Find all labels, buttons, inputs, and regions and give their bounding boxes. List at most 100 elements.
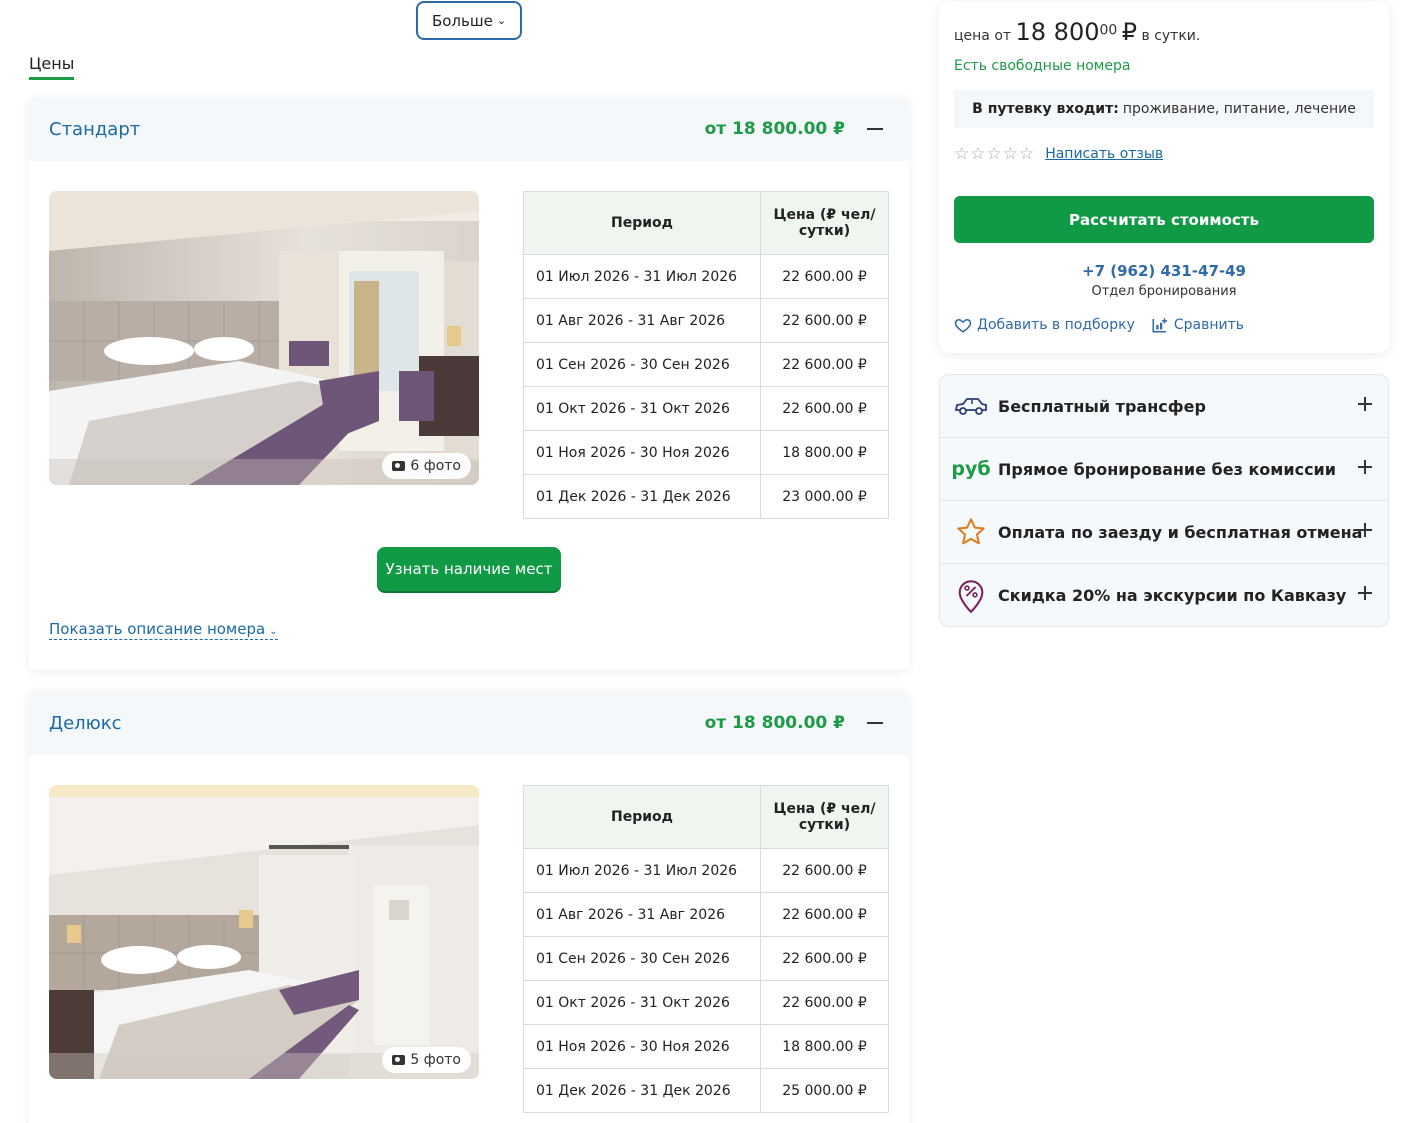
room-header[interactable]: Стандарт от 18 800.00 ₽ <box>29 97 909 161</box>
table-header-row: Период Цена (₽ чел/ сутки) <box>523 191 889 255</box>
tab-prices[interactable]: Цены <box>29 54 75 80</box>
price-table: Период Цена (₽ чел/ сутки) 01 Июл 2026 -… <box>523 191 889 519</box>
column-header-price: Цена (₽ чел/ сутки) <box>760 785 889 849</box>
period-cell: 01 Июл 2026 - 31 Июл 2026 <box>523 254 761 299</box>
price-cell: 22 600.00 ₽ <box>760 848 889 893</box>
discount-pin-icon <box>954 579 988 613</box>
table-row: 01 Ноя 2026 - 30 Ноя 2026 18 800.00 ₽ <box>523 1024 889 1069</box>
more-button-label: Больше <box>431 11 493 30</box>
price-main: 18 800 <box>1015 18 1100 46</box>
plus-icon[interactable] <box>1358 523 1372 537</box>
feature-item-discount[interactable]: Скидка 20% на экскурсии по Кавказу <box>940 564 1388 626</box>
table-row: 01 Сен 2026 - 30 Сен 2026 22 600.00 ₽ <box>523 936 889 981</box>
price-summary: цена от 18 80000 ₽ в сутки. <box>954 18 1200 46</box>
ruble-icon: руб <box>951 458 991 480</box>
car-icon <box>954 389 988 423</box>
price-cell: 22 600.00 ₽ <box>760 386 889 431</box>
included-text: проживание, питание, лечение <box>1122 101 1356 117</box>
compare-icon <box>1152 318 1167 333</box>
feature-item-payment[interactable]: Оплата по заезду и бесплатная отмена <box>940 501 1388 564</box>
room-photo[interactable]: 5 фото <box>49 785 479 1079</box>
feature-item-transfer[interactable]: Бесплатный трансфер <box>940 375 1388 438</box>
price-cell: 18 800.00 ₽ <box>760 1024 889 1069</box>
booking-card: цена от 18 80000 ₽ в сутки. Есть свободн… <box>939 2 1389 353</box>
room-card-standard: Стандарт от 18 800.00 ₽ 6 фото Период Це… <box>29 97 909 670</box>
heart-icon <box>954 318 972 333</box>
period-cell: 01 Дек 2026 - 31 Дек 2026 <box>523 1068 761 1113</box>
plus-icon[interactable] <box>1358 460 1372 474</box>
price-cell: 23 000.00 ₽ <box>760 474 889 519</box>
room-photo-image <box>49 785 479 1079</box>
room-price-from: от 18 800.00 ₽ <box>704 713 845 733</box>
plus-icon[interactable] <box>1358 586 1372 600</box>
table-header-row: Период Цена (₽ чел/ сутки) <box>523 785 889 849</box>
price-cell: 22 600.00 ₽ <box>760 342 889 387</box>
period-cell: 01 Дек 2026 - 31 Дек 2026 <box>523 474 761 519</box>
room-photo[interactable]: 6 фото <box>49 191 479 485</box>
compare-button[interactable]: Сравнить <box>1151 316 1244 334</box>
table-row: 01 Окт 2026 - 31 Окт 2026 22 600.00 ₽ <box>523 386 889 431</box>
card-actions: Добавить в подборку Сравнить <box>954 316 1244 334</box>
star-rating-icon[interactable]: ☆☆☆☆☆ <box>954 144 1035 164</box>
room-name[interactable]: Стандарт <box>49 119 140 140</box>
more-button[interactable]: Больше ⌄ <box>416 1 522 40</box>
photo-count: 5 фото <box>410 1052 461 1068</box>
star-icon <box>954 515 988 549</box>
room-name[interactable]: Делюкс <box>49 713 122 734</box>
price-cell: 22 600.00 ₽ <box>760 980 889 1025</box>
period-cell: 01 Окт 2026 - 31 Окт 2026 <box>523 980 761 1025</box>
show-description-label: Показать описание номера <box>49 620 266 638</box>
table-row: 01 Ноя 2026 - 30 Ноя 2026 18 800.00 ₽ <box>523 430 889 475</box>
feature-label: Оплата по заезду и бесплатная отмена <box>998 522 1363 542</box>
period-cell: 01 Сен 2026 - 30 Сен 2026 <box>523 936 761 981</box>
feature-label: Прямое бронирование без комиссии <box>998 459 1336 479</box>
features-list: Бесплатный трансфер руб Прямое бронирова… <box>939 374 1389 627</box>
column-header-price: Цена (₽ чел/ сутки) <box>760 191 889 255</box>
compare-label: Сравнить <box>1173 317 1245 333</box>
price-kopecks: 00 <box>1099 22 1118 39</box>
camera-icon <box>392 1055 406 1065</box>
period-cell: 01 Авг 2026 - 31 Авг 2026 <box>523 298 761 343</box>
price-cell: 25 000.00 ₽ <box>760 1068 889 1113</box>
collapse-icon[interactable] <box>867 722 883 724</box>
booking-department: Отдел бронирования <box>1091 284 1237 299</box>
add-to-collection-label: Добавить в подборку <box>977 317 1135 333</box>
period-cell: 01 Июл 2026 - 31 Июл 2026 <box>523 848 761 893</box>
booking-phone[interactable]: +7 (962) 431-47-49 <box>939 262 1389 280</box>
period-cell: 01 Авг 2026 - 31 Авг 2026 <box>523 892 761 937</box>
table-row: 01 Окт 2026 - 31 Окт 2026 22 600.00 ₽ <box>523 980 889 1025</box>
column-header-period: Период <box>523 785 761 849</box>
included-label: В путевку входит: <box>972 101 1119 117</box>
period-cell: 01 Ноя 2026 - 30 Ноя 2026 <box>523 430 761 475</box>
included-info: В путевку входит: проживание, питание, л… <box>954 90 1374 128</box>
collapse-icon[interactable] <box>867 128 883 130</box>
price-prefix: цена от <box>954 28 1012 44</box>
room-price-from: от 18 800.00 ₽ <box>704 119 845 139</box>
add-to-collection-button[interactable]: Добавить в подборку <box>954 316 1135 334</box>
room-photo-image <box>49 191 479 485</box>
price-table: Период Цена (₽ чел/ сутки) 01 Июл 2026 -… <box>523 785 889 1113</box>
table-row: 01 Июл 2026 - 31 Июл 2026 22 600.00 ₽ <box>523 254 889 299</box>
room-header[interactable]: Делюкс от 18 800.00 ₽ <box>29 691 909 755</box>
photo-count-badge[interactable]: 5 фото <box>382 1047 471 1073</box>
check-availability-button[interactable]: Узнать наличие мест <box>377 547 561 591</box>
calculate-cost-button[interactable]: Рассчитать стоимость <box>954 196 1374 243</box>
availability-status: Есть свободные номера <box>954 58 1131 74</box>
plus-icon[interactable] <box>1358 397 1372 411</box>
price-suffix: в сутки. <box>1141 28 1201 44</box>
feature-item-direct-booking[interactable]: руб Прямое бронирование без комиссии <box>940 438 1388 501</box>
chevron-down-icon: ⌄ <box>269 626 278 637</box>
table-row: 01 Авг 2026 - 31 Авг 2026 22 600.00 ₽ <box>523 892 889 937</box>
rating: ☆☆☆☆☆ Написать отзыв <box>954 144 1163 164</box>
show-description-link[interactable]: Показать описание номера ⌄ <box>49 620 278 640</box>
column-header-period: Период <box>523 191 761 255</box>
price-cell: 22 600.00 ₽ <box>760 298 889 343</box>
table-row: 01 Дек 2026 - 31 Дек 2026 23 000.00 ₽ <box>523 474 889 519</box>
period-cell: 01 Сен 2026 - 30 Сен 2026 <box>523 342 761 387</box>
chevron-down-icon: ⌄ <box>496 14 507 27</box>
price-cell: 22 600.00 ₽ <box>760 254 889 299</box>
write-review-link[interactable]: Написать отзыв <box>1045 146 1163 162</box>
period-cell: 01 Окт 2026 - 31 Окт 2026 <box>523 386 761 431</box>
photo-count-badge[interactable]: 6 фото <box>382 453 471 479</box>
price-cell: 22 600.00 ₽ <box>760 892 889 937</box>
